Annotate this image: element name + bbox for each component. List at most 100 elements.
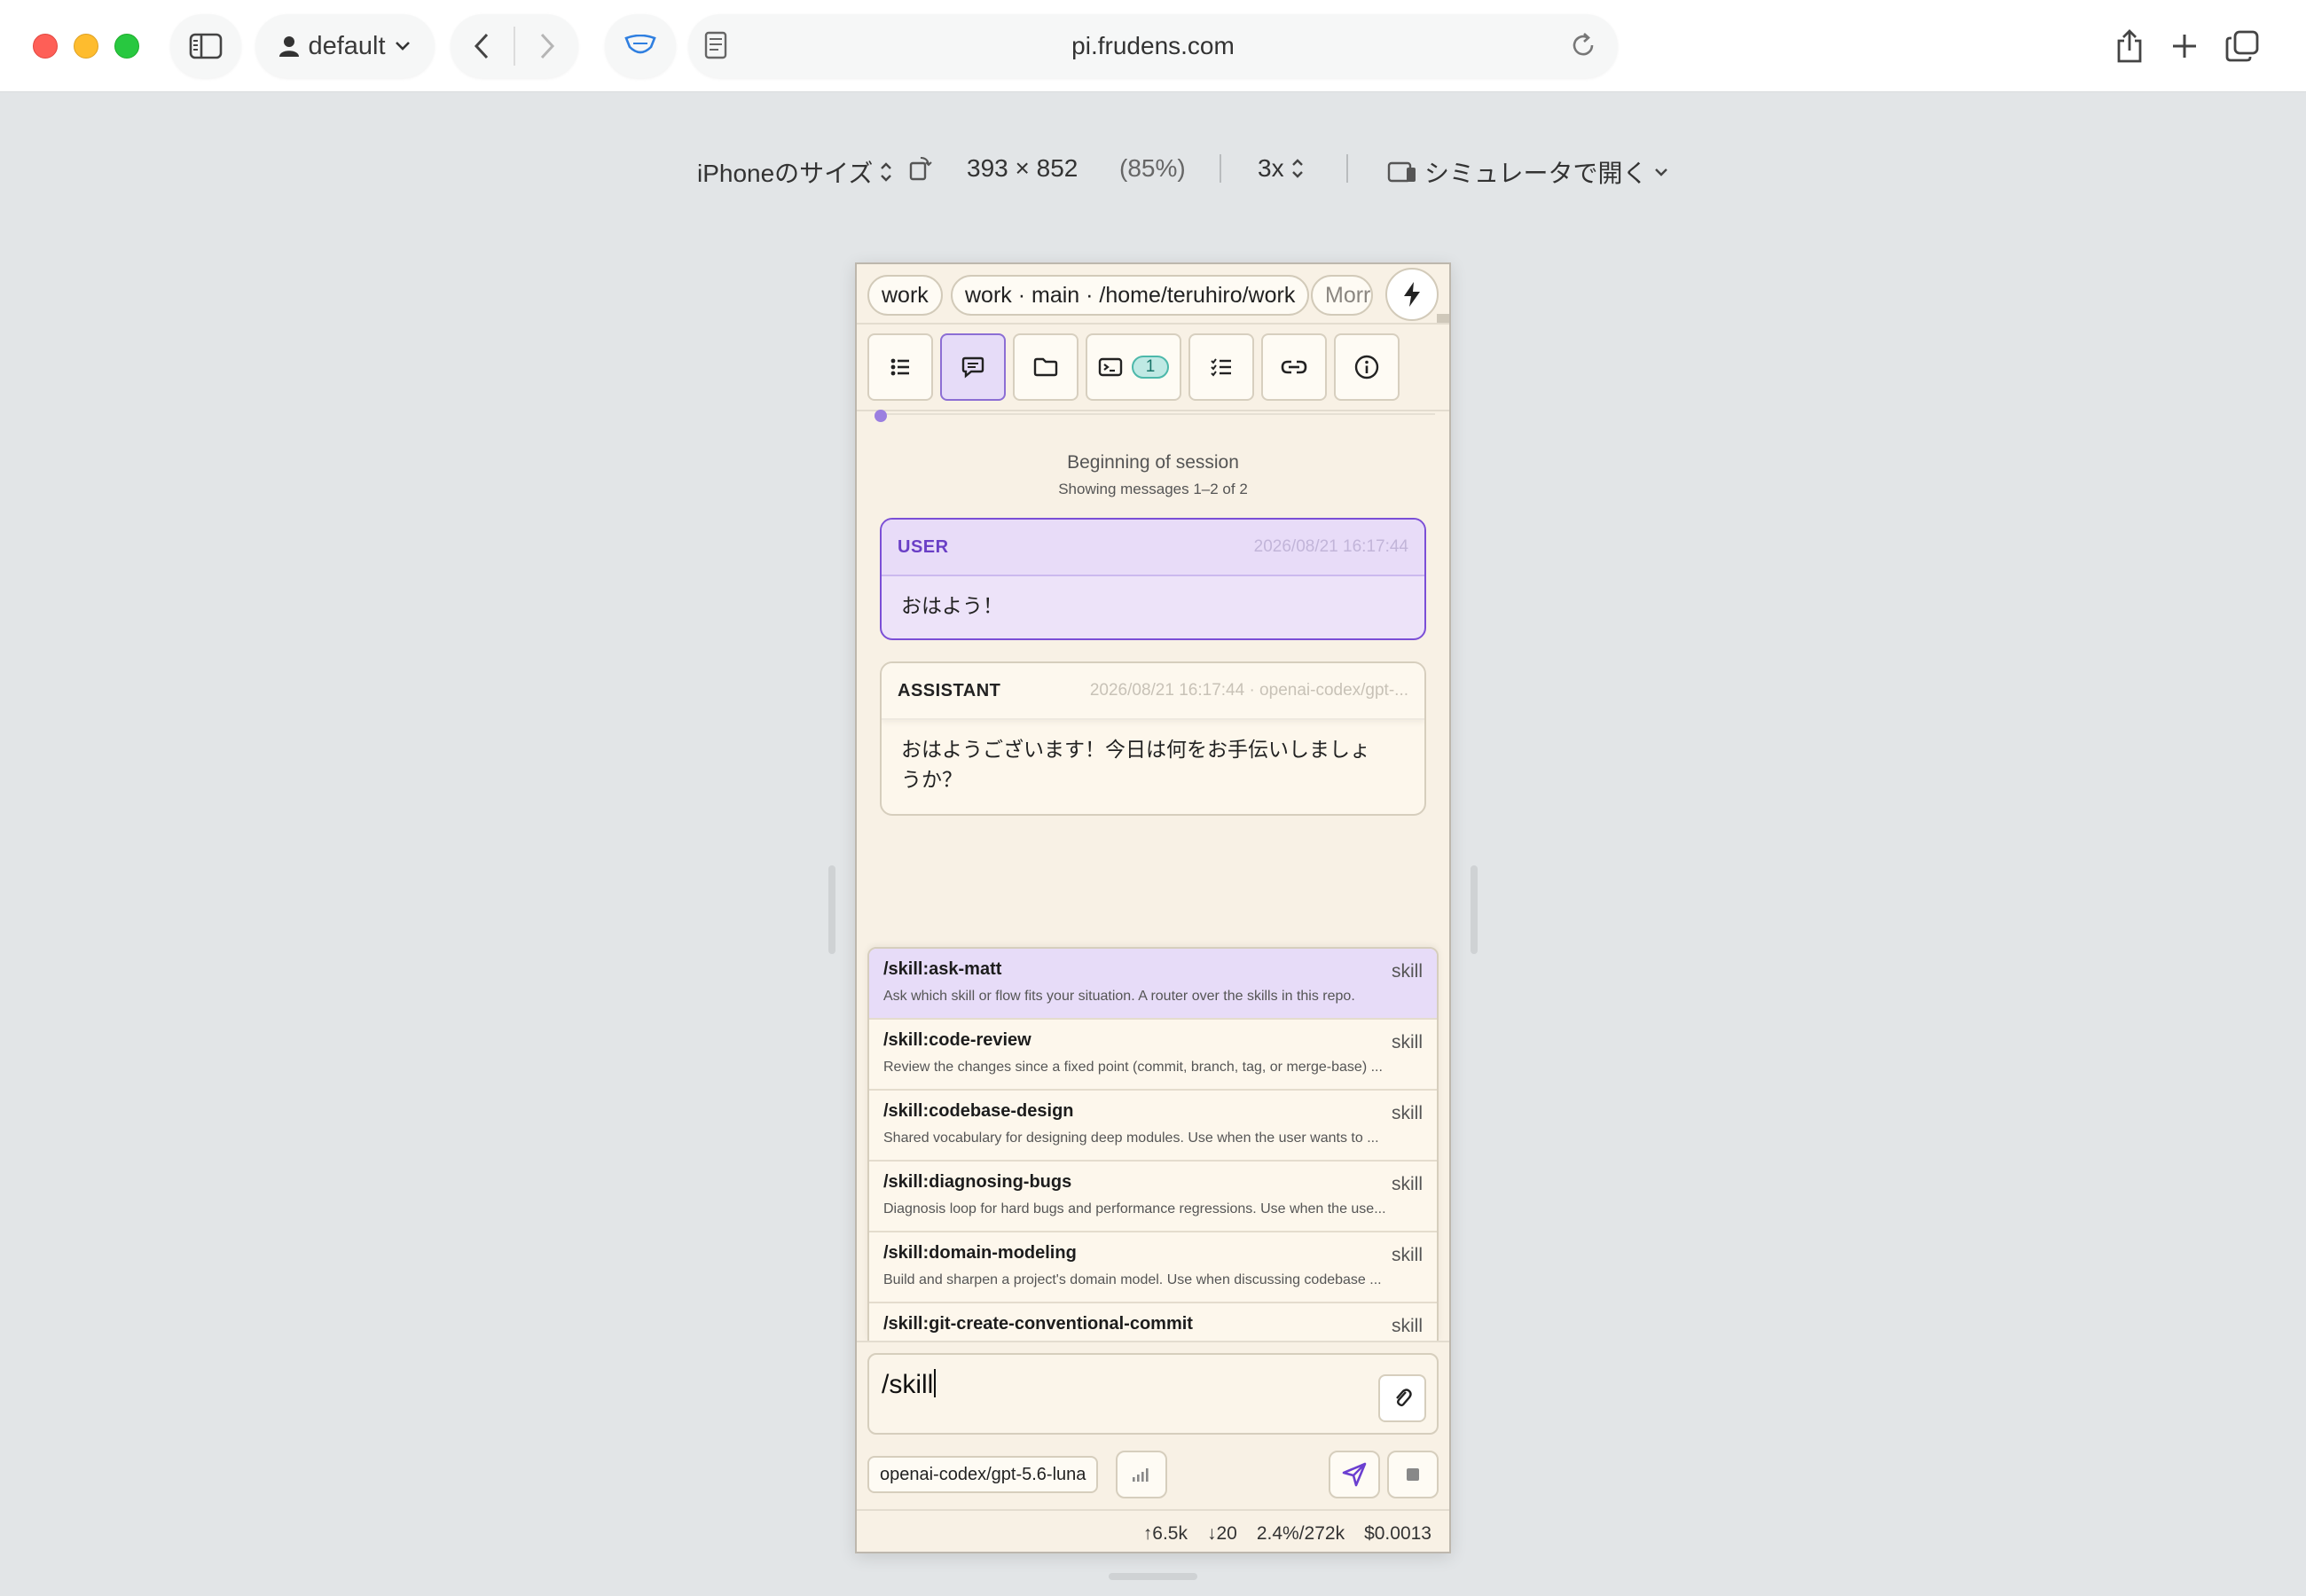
branch-path-chip[interactable]: work · main · /home/teruhiro/work <box>951 275 1310 316</box>
device-size-select[interactable]: iPhoneのサイズ <box>697 154 892 190</box>
paperclip-icon <box>1396 1389 1412 1406</box>
share-icon[interactable] <box>2115 28 2144 64</box>
chevron-down-icon <box>1655 168 1668 176</box>
suggestion-item[interactable]: /skill:code-review skill Review the chan… <box>869 1020 1437 1091</box>
terminal-icon <box>1098 357 1123 377</box>
message-text: おはようございます！今日は何をお手伝いしましょうか？ <box>901 738 1370 791</box>
tab-files[interactable] <box>1013 333 1078 401</box>
suggestion-item[interactable]: /skill:ask-matt skill Ask which skill or… <box>869 949 1437 1020</box>
chat-bubble-icon <box>961 356 984 379</box>
suggestion-command: /skill:diagnosing-bugs <box>883 1172 1072 1192</box>
forward-arrow-icon[interactable] <box>537 32 557 60</box>
suggestion-type: skill <box>1392 1174 1423 1194</box>
suggestion-description: Shared vocabulary for designing deep mod… <box>883 1130 1379 1146</box>
message-timestamp: 2026/08/21 16:17:44 <box>1253 537 1408 556</box>
rotate-device-button[interactable] <box>908 154 933 181</box>
suggestion-item[interactable]: /skill:codebase-design skill Shared voca… <box>869 1091 1437 1162</box>
suggestion-description: Build and sharpen a project's domain mod… <box>883 1272 1382 1287</box>
chip-scrollbar[interactable] <box>1437 314 1449 323</box>
zoom-text: (85%) <box>1119 154 1186 182</box>
new-tab-icon[interactable] <box>2170 32 2199 60</box>
usage-stats: ↑6.5k ↓20 2.4%/272k $0.0013 <box>857 1509 1449 1552</box>
suggestion-type: skill <box>1392 1316 1423 1336</box>
message-role: USER <box>898 536 949 557</box>
sidebar-toggle-button[interactable] <box>170 14 241 78</box>
suggestion-item[interactable]: /skill:git-create-conventional-commit sk… <box>869 1303 1437 1341</box>
timeline-marker[interactable] <box>875 410 887 422</box>
suggestion-type: skill <box>1392 1245 1423 1265</box>
nav-divider <box>513 27 515 66</box>
close-window-button[interactable] <box>33 34 58 59</box>
panel-tabs: 1 <box>857 326 1449 411</box>
session-header: Beginning of session Showing messages 1–… <box>857 452 1449 498</box>
attach-button[interactable] <box>1378 1374 1426 1422</box>
open-in-simulator-button[interactable]: シミュレータで開く <box>1387 154 1668 190</box>
session-title: Beginning of session <box>1067 452 1239 473</box>
session-name-chip[interactable]: Morr <box>1311 275 1373 316</box>
suggestion-type: skill <box>1392 1032 1423 1052</box>
updown-chevron-icon <box>881 162 892 182</box>
suggestion-description: Diagnosis loop for hard bugs and perform… <box>883 1201 1386 1217</box>
suggestion-type: skill <box>1392 1103 1423 1123</box>
suggestion-command: /skill:codebase-design <box>883 1101 1074 1121</box>
minimize-window-button[interactable] <box>74 34 98 59</box>
profile-name: default <box>308 31 386 60</box>
message-role: ASSISTANT <box>898 680 1001 700</box>
window-resize-handle[interactable] <box>1109 1573 1197 1580</box>
suggestion-description: Review the changes since a fixed point (… <box>883 1060 1383 1075</box>
viewport-resize-handle-left[interactable] <box>828 865 835 954</box>
person-icon <box>279 36 300 57</box>
profile-menu-button[interactable]: default <box>255 14 435 78</box>
message-header: ASSISTANT 2026/08/21 16:17:44 · openai-c… <box>882 663 1424 720</box>
workspace-chip[interactable]: work <box>867 275 943 316</box>
responsive-design-bar: iPhoneのサイズ 393 × 852 (85%) 3x シミュレータで開く <box>0 142 2306 195</box>
zoom-window-button[interactable] <box>114 34 139 59</box>
checklist-icon <box>1211 358 1231 377</box>
info-icon <box>1354 355 1379 379</box>
usage-values: ↑6.5k ↓20 2.4%/272k $0.0013 <box>1143 1523 1431 1545</box>
stop-button[interactable] <box>1387 1451 1439 1498</box>
tab-chat[interactable] <box>940 333 1006 401</box>
suggestion-description: Ask which skill or flow fits your situat… <box>883 989 1355 1004</box>
tab-overview-icon[interactable] <box>2225 30 2259 62</box>
composer-area: /skill openai-codex/gpt-5.6-luna ↑6.5k ↓… <box>857 1341 1449 1552</box>
message-input-value: /skill <box>882 1369 937 1400</box>
suggestion-command: /skill:domain-modeling <box>883 1243 1077 1263</box>
pixel-ratio-select[interactable]: 3x <box>1258 154 1304 183</box>
browser-toolbar: default pi.frudens.com <box>0 0 2306 92</box>
send-icon <box>1342 1462 1367 1487</box>
tab-tasks[interactable] <box>1188 333 1254 401</box>
tab-sessions[interactable] <box>867 333 933 401</box>
quick-action-button[interactable] <box>1385 268 1439 321</box>
privacy-shield-button[interactable] <box>605 14 676 78</box>
timeline-track <box>882 413 1435 415</box>
tab-info[interactable] <box>1334 333 1400 401</box>
pixel-ratio-label: 3x <box>1258 154 1284 182</box>
reader-icon[interactable] <box>704 30 727 60</box>
shield-icon <box>624 35 656 54</box>
simulator-icon <box>1387 161 1416 183</box>
message-input[interactable]: /skill <box>867 1353 1439 1435</box>
model-selector[interactable]: openai-codex/gpt-5.6-luna <box>867 1456 1099 1493</box>
reload-icon[interactable] <box>1568 30 1598 60</box>
viewport-dimensions: 393 × 852 <box>967 154 1078 183</box>
session-subtitle: Showing messages 1–2 of 2 <box>1058 481 1248 497</box>
suggestion-item[interactable]: /skill:domain-modeling skill Build and s… <box>869 1232 1437 1303</box>
back-arrow-icon[interactable] <box>472 32 491 60</box>
input-tokens: ↑6.5k <box>1142 1523 1188 1544</box>
updown-chevron-icon <box>1291 159 1303 178</box>
folder-icon <box>1033 357 1058 377</box>
tab-terminal[interactable]: 1 <box>1086 333 1181 401</box>
url-text: pi.frudens.com <box>1071 32 1235 59</box>
tab-links[interactable] <box>1261 333 1327 401</box>
rotate-icon <box>909 157 932 181</box>
rdm-divider <box>1346 154 1348 183</box>
stop-icon <box>1407 1468 1419 1481</box>
thinking-level-button[interactable] <box>1116 1451 1167 1498</box>
text-caret <box>934 1369 937 1397</box>
suggestion-item[interactable]: /skill:diagnosing-bugs skill Diagnosis l… <box>869 1162 1437 1232</box>
terminal-count-badge: 1 <box>1132 356 1169 379</box>
send-button[interactable] <box>1329 1451 1380 1498</box>
viewport-resize-handle-right[interactable] <box>1471 865 1478 954</box>
address-bar[interactable]: pi.frudens.com <box>688 14 1618 78</box>
